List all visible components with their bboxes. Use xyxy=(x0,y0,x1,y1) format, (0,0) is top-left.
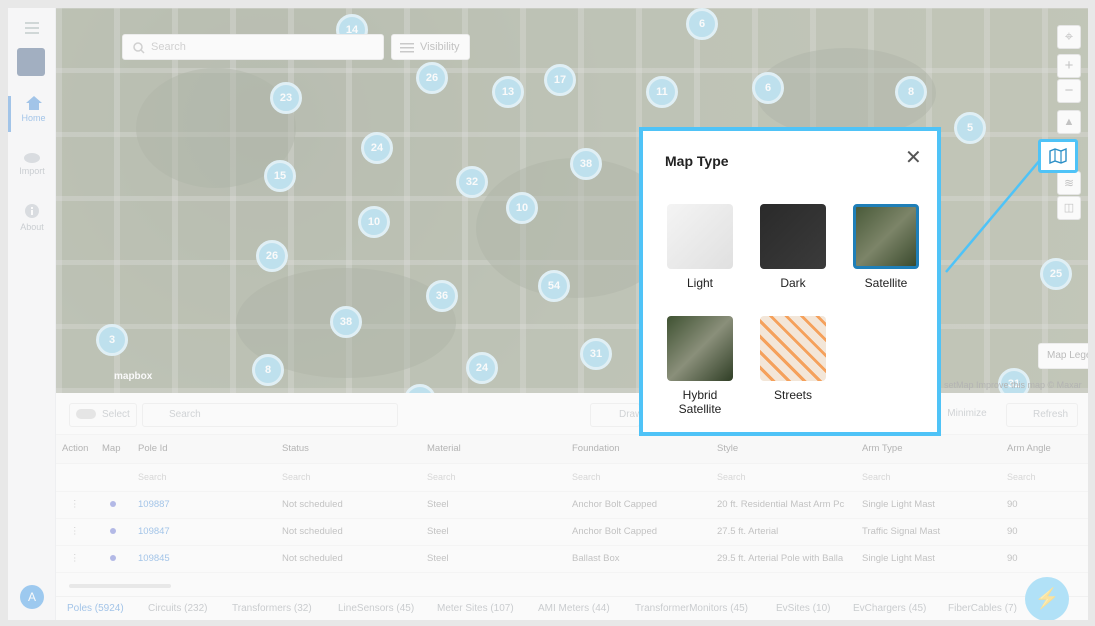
callout-line xyxy=(945,159,1041,273)
